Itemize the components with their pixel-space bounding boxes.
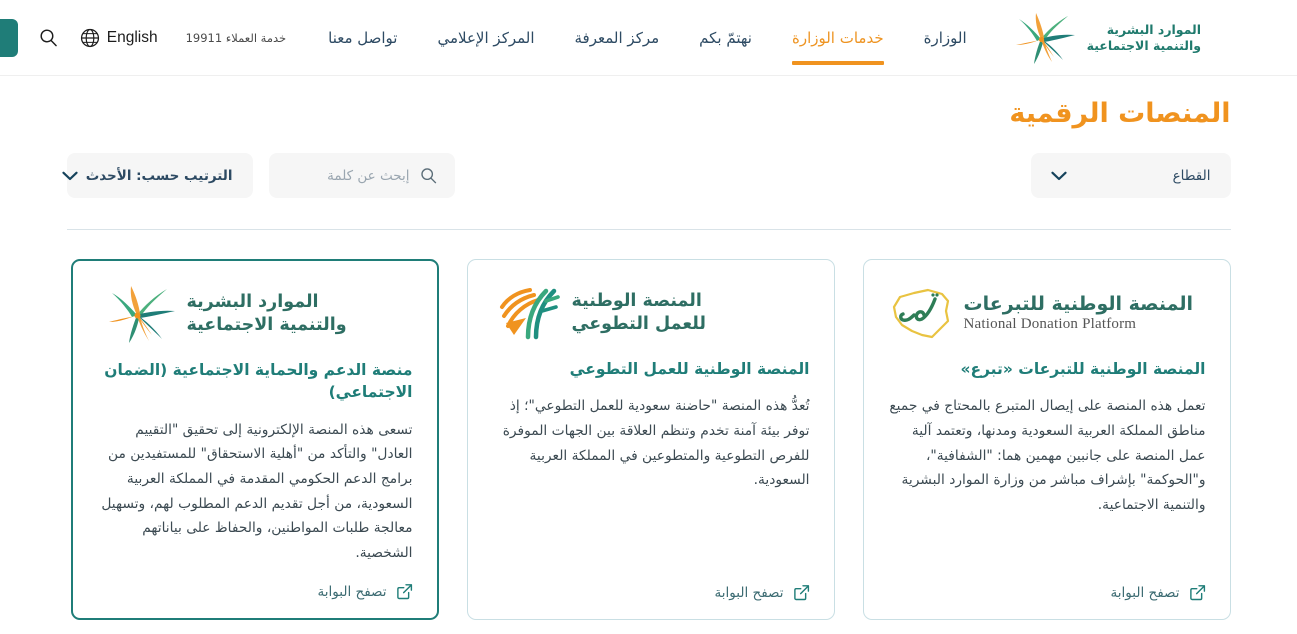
sector-filter-label: القطاع [1172,167,1211,184]
platform-card-social-support[interactable]: الموارد البشرية والتنمية الاجتماعية منصة… [70,259,439,621]
volunteer-platform-logo-icon [499,288,560,340]
card-logo: المنصة الوطنية للتبرعات National Donatio… [888,282,1206,344]
language-label: English [106,28,158,46]
chevron-down-icon [1050,171,1067,180]
language-toggle[interactable]: English [80,28,158,48]
ministry-starburst-icon [108,286,175,343]
card-logo-arabic-line1: الموارد البشرية [186,291,319,312]
card-browse-portal-link[interactable]: تصفح البوابة [1111,585,1180,601]
card-description: تسعى هذه المنصة الإلكترونية إلى تحقيق "ا… [101,421,413,561]
sector-filter-dropdown[interactable]: القطاع [1030,153,1231,198]
nav-item-ministry[interactable]: الوزارة [904,0,987,75]
search-icon [420,168,436,184]
card-logo-arabic-line2: والتنمية الاجتماعية [186,314,347,335]
card-logo-arabic-text: المنصة الوطنية للتبرعات [963,292,1194,315]
card-title: المنصة الوطنية للتبرعات «تبرع» [960,360,1206,378]
card-logo-english-text: National Donation Platform [963,316,1137,333]
services-guide-button[interactable]: دليل الخدمات [0,18,18,57]
nav-item-media-center[interactable]: المركز الإعلامي [417,0,554,75]
customer-service-number: خدمة العملاء 19911 [185,30,287,45]
card-browse-portal-link[interactable]: تصفح البوابة [318,584,387,600]
filter-bar: القطاع الترتيب حسب: الأحدث [62,129,1231,198]
external-link-icon [1189,585,1205,601]
ministry-logo[interactable]: الموارد البشرية والتنمية الاجتماعية [1005,12,1201,64]
ministry-starburst-icon [1015,12,1075,64]
tabarruk-donation-logo-icon [892,288,949,339]
nav-item-ministry-services[interactable]: خدمات الوزارة [772,0,904,75]
external-link-icon [396,584,412,600]
search-icon [40,29,58,47]
nav-item-we-care[interactable]: نهتمّ بكم [679,0,772,75]
card-logo: المنصة الوطنية للعمل التطوعي [492,282,810,344]
sort-label: الترتيب حسب: الأحدث [85,167,233,184]
platform-card-national-donation[interactable]: المنصة الوطنية للتبرعات National Donatio… [862,259,1231,621]
card-logo-arabic-line1: المنصة الوطنية [571,290,702,311]
chevron-down-icon [62,171,78,180]
card-title: منصة الدعم والحماية الاجتماعية (الضمان ا… [104,361,413,402]
nav-item-contact-us[interactable]: تواصل معنا [308,0,417,75]
card-logo-arabic-line2: للعمل التطوعي [571,313,706,334]
external-link-icon [793,585,809,601]
header-search-button[interactable] [34,23,64,53]
card-footer[interactable]: تصفح البوابة [492,584,810,601]
card-logo: الموارد البشرية والتنمية الاجتماعية [97,283,413,345]
search-input[interactable] [238,167,410,184]
card-description: تعمل هذه المنصة على إيصال المتبرع بالمحت… [889,398,1206,513]
nav-item-knowledge-center[interactable]: مركز المعرفة [555,0,680,75]
card-title: المنصة الوطنية للعمل التطوعي [569,360,810,378]
card-footer[interactable]: تصفح البوابة [97,583,413,600]
globe-icon [80,28,99,47]
card-description: تُعدُّ هذه المنصة "حاضنة سعودية للعمل ال… [502,398,810,489]
main-navigation: الوزارة خدمات الوزارة نهتمّ بكم مركز الم… [308,0,986,75]
platform-card-grid: المنصة الوطنية للتبرعات National Donatio… [67,230,1231,621]
card-browse-portal-link[interactable]: تصفح البوابة [715,585,784,601]
site-header: الموارد البشرية والتنمية الاجتماعية الوز… [0,0,1297,76]
platform-card-volunteer-work[interactable]: المنصة الوطنية للعمل التطوعي المنصة الوط… [466,259,835,621]
card-footer[interactable]: تصفح البوابة [888,584,1206,601]
page-title: المنصات الرقمية [1009,98,1231,129]
keyword-search-box[interactable] [238,153,455,198]
sort-dropdown[interactable]: الترتيب حسب: الأحدث [62,153,253,198]
ministry-logo-text: الموارد البشرية والتنمية الاجتماعية [1086,21,1202,53]
page-title-band: المنصات الرقمية [0,76,1297,129]
